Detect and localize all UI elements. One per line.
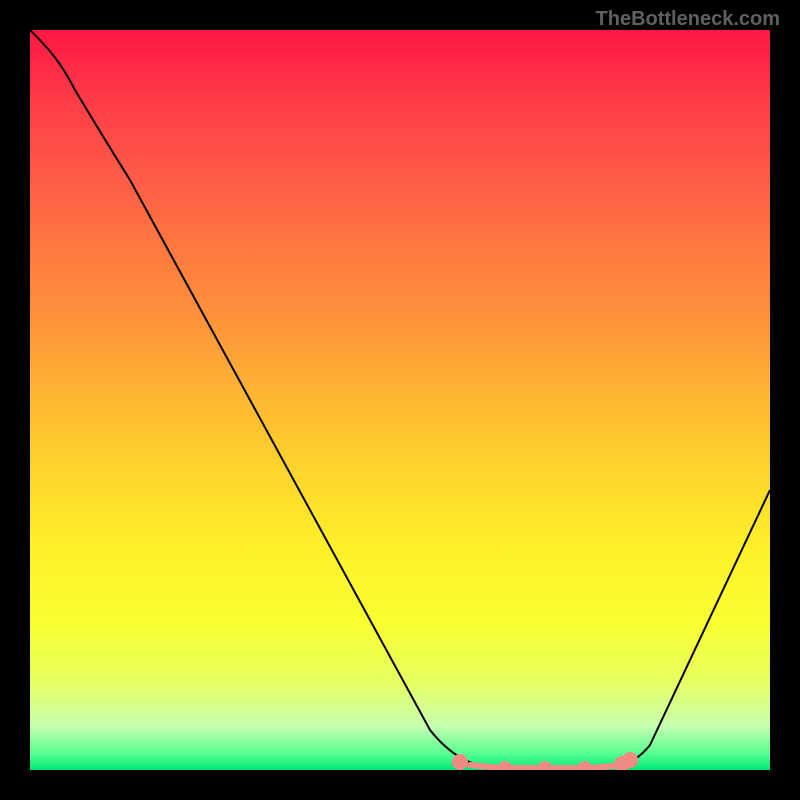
chart-container: TheBottleneck.com [0,0,800,800]
gradient-background [30,30,770,770]
watermark-text: TheBottleneck.com [596,8,780,31]
plot-area [30,30,770,770]
